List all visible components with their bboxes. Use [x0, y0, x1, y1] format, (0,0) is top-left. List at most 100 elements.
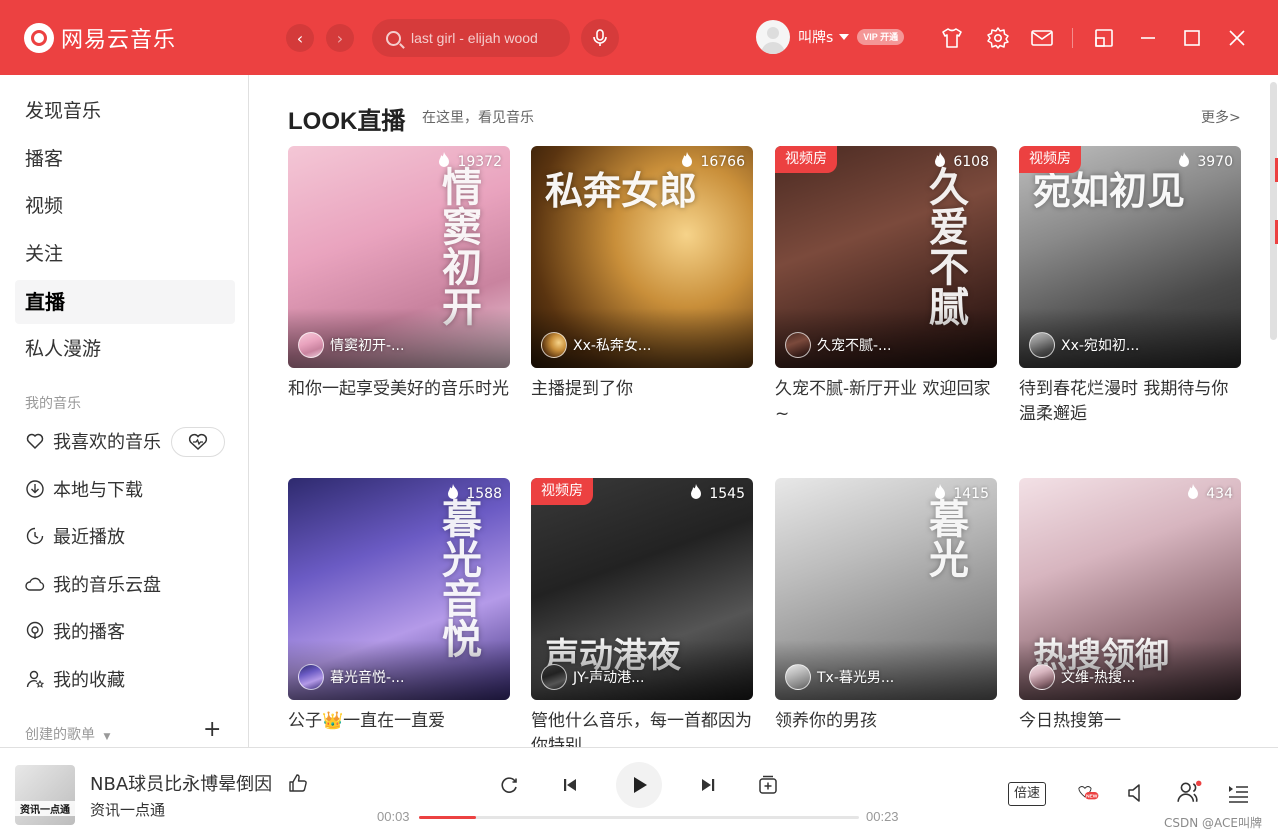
back-button[interactable]: ‹: [286, 24, 314, 52]
host-name[interactable]: 文维-热搜...: [1061, 667, 1135, 687]
live-room-card[interactable]: 暮光 1415 Tx-暮光男... 领养你的男孩: [775, 478, 997, 747]
host-name[interactable]: Xx-私奔女...: [573, 335, 651, 355]
live-room-title[interactable]: 主播提到了你: [531, 377, 753, 427]
sidebar-item-local-download[interactable]: 本地与下载: [25, 474, 143, 504]
user-menu[interactable]: 叫牌s VIP 开通: [756, 20, 905, 54]
sidebar-item-recent[interactable]: 最近播放: [25, 521, 125, 551]
skin-icon[interactable]: [940, 26, 964, 50]
heartbeat-mode-button[interactable]: [171, 427, 225, 457]
avatar[interactable]: [756, 20, 790, 54]
progress-bar[interactable]: [419, 816, 859, 819]
sidebar-item-liked-music[interactable]: 我喜欢的音乐: [25, 426, 161, 456]
mail-icon[interactable]: [1030, 26, 1054, 50]
sidebar-item-live[interactable]: 直播: [15, 280, 235, 324]
live-cover-image[interactable]: 宛如初见 视频房 3970 Xx-宛如初...: [1019, 146, 1241, 368]
live-cover-image[interactable]: 久爱不腻 视频房 6108 久宠不腻-...: [775, 146, 997, 368]
sound-effect-button[interactable]: NEW: [1070, 778, 1106, 806]
sidebar-item-my-podcast[interactable]: 我的播客: [25, 616, 125, 646]
sidebar-item-video[interactable]: 视频: [15, 184, 235, 228]
host-info[interactable]: 文维-热搜...: [1029, 664, 1135, 690]
listen-together-icon[interactable]: [1176, 780, 1202, 804]
host-info[interactable]: JY-声动港...: [541, 664, 644, 690]
previous-track-icon[interactable]: [559, 774, 581, 796]
host-avatar[interactable]: [1029, 332, 1055, 358]
album-cover[interactable]: 资讯一点通: [15, 765, 75, 825]
search-box[interactable]: [372, 19, 570, 57]
live-room-title[interactable]: 管他什么音乐，每一首都因为你特别: [531, 709, 753, 747]
sidebar-item-discover[interactable]: 发现音乐: [15, 89, 235, 133]
live-room-card[interactable]: 私奔女郎 16766 Xx-私奔女... 主播提到了你: [531, 146, 753, 427]
host-name[interactable]: 暮光音悦-...: [330, 667, 404, 687]
live-room-title[interactable]: 领养你的男孩: [775, 709, 997, 747]
host-info[interactable]: 暮光音悦-...: [298, 664, 404, 690]
sidebar-item-follow[interactable]: 关注: [15, 232, 235, 276]
live-cover-image[interactable]: 暮光 1415 Tx-暮光男...: [775, 478, 997, 700]
host-name[interactable]: Xx-宛如初...: [1061, 335, 1139, 355]
maximize-icon[interactable]: [1180, 26, 1204, 50]
sidebar-item-collection[interactable]: 我的收藏: [25, 664, 125, 694]
host-name[interactable]: JY-声动港...: [573, 667, 644, 687]
live-room-card[interactable]: 声动港夜视频房1545JY-声动港... 管他什么音乐，每一首都因为你特别: [531, 478, 753, 747]
app-name: 网易云音乐: [61, 28, 177, 53]
more-link[interactable]: 更多>: [1201, 107, 1241, 127]
thumbs-up-icon[interactable]: [287, 772, 309, 794]
host-avatar[interactable]: [298, 664, 324, 690]
add-playlist-icon[interactable]: +: [203, 719, 221, 741]
mini-mode-icon[interactable]: [1092, 26, 1116, 50]
username[interactable]: 叫牌s: [798, 27, 833, 47]
add-to-playlist-icon[interactable]: [757, 774, 779, 796]
chevron-down-icon[interactable]: [839, 34, 850, 40]
host-name[interactable]: 久宠不腻-...: [817, 335, 891, 355]
live-cover-image[interactable]: 暮光音悦 1588 暮光音悦-...: [288, 478, 510, 700]
app-logo[interactable]: 网易云音乐: [24, 22, 176, 54]
song-title[interactable]: NBA球员比永博晕倒因: [90, 770, 272, 796]
live-room-card[interactable]: 宛如初见 视频房 3970 Xx-宛如初... 待到春花烂漫时 我期待与你温柔邂逅: [1019, 146, 1241, 427]
host-info[interactable]: 久宠不腻-...: [785, 332, 891, 358]
live-room-title[interactable]: 待到春花烂漫时 我期待与你温柔邂逅: [1019, 377, 1241, 427]
live-cover-image[interactable]: 声动港夜视频房1545JY-声动港...: [531, 478, 753, 700]
live-cover-image[interactable]: 热搜领御434文维-热搜...: [1019, 478, 1241, 700]
host-avatar[interactable]: [541, 332, 567, 358]
sidebar-item-fm[interactable]: 私人漫游: [15, 327, 235, 371]
play-button[interactable]: [616, 762, 662, 808]
live-cover-image[interactable]: 私奔女郎 16766 Xx-私奔女...: [531, 146, 753, 368]
host-avatar[interactable]: [1029, 664, 1055, 690]
playlist-queue-icon[interactable]: [1227, 782, 1249, 804]
host-info[interactable]: 情窦初开-...: [298, 332, 404, 358]
live-room-title[interactable]: 和你一起享受美好的音乐时光: [288, 377, 510, 427]
live-room-card[interactable]: 久爱不腻 视频房 6108 久宠不腻-... 久宠不腻-新厅开业 欢迎回家~: [775, 146, 997, 427]
live-room-title[interactable]: 久宠不腻-新厅开业 欢迎回家~: [775, 377, 997, 427]
live-room-card[interactable]: 暮光音悦 1588 暮光音悦-... 公子👑一直在一直爱: [288, 478, 510, 747]
minimize-icon[interactable]: [1136, 26, 1160, 50]
host-avatar[interactable]: [541, 664, 567, 690]
host-avatar[interactable]: [298, 332, 324, 358]
settings-gear-icon[interactable]: [986, 26, 1010, 50]
live-room-title[interactable]: 今日热搜第一: [1019, 709, 1241, 747]
host-avatar[interactable]: [785, 664, 811, 690]
host-info[interactable]: Tx-暮光男...: [785, 664, 894, 690]
scrollbar-thumb[interactable]: [1270, 82, 1277, 340]
sidebar-item-podcast[interactable]: 播客: [15, 137, 235, 181]
microphone-icon: [593, 29, 607, 46]
vip-badge[interactable]: VIP 开通: [857, 29, 905, 45]
forward-button[interactable]: ›: [326, 24, 354, 52]
voice-search-button[interactable]: [581, 19, 619, 57]
host-avatar[interactable]: [785, 332, 811, 358]
close-icon[interactable]: [1225, 26, 1249, 50]
host-name[interactable]: Tx-暮光男...: [817, 667, 894, 687]
host-name[interactable]: 情窦初开-...: [330, 335, 404, 355]
song-artist[interactable]: 资讯一点通: [90, 799, 165, 820]
created-playlists-label[interactable]: 创建的歌单 ▼: [25, 724, 110, 744]
host-info[interactable]: Xx-宛如初...: [1029, 332, 1139, 358]
sidebar-item-cloud[interactable]: 我的音乐云盘: [25, 569, 161, 599]
volume-icon[interactable]: [1126, 782, 1148, 804]
live-cover-image[interactable]: 情窦初开 19372 情窦初开-...: [288, 146, 510, 368]
repeat-mode-icon[interactable]: [498, 774, 520, 796]
next-track-icon[interactable]: [697, 774, 719, 796]
host-info[interactable]: Xx-私奔女...: [541, 332, 651, 358]
search-input[interactable]: [411, 30, 551, 46]
playback-speed-button[interactable]: 倍速: [1008, 782, 1047, 806]
live-room-title[interactable]: 公子👑一直在一直爱: [288, 709, 510, 747]
live-room-card[interactable]: 情窦初开 19372 情窦初开-... 和你一起享受美好的音乐时光: [288, 146, 510, 427]
live-room-card[interactable]: 热搜领御434文维-热搜... 今日热搜第一: [1019, 478, 1241, 747]
